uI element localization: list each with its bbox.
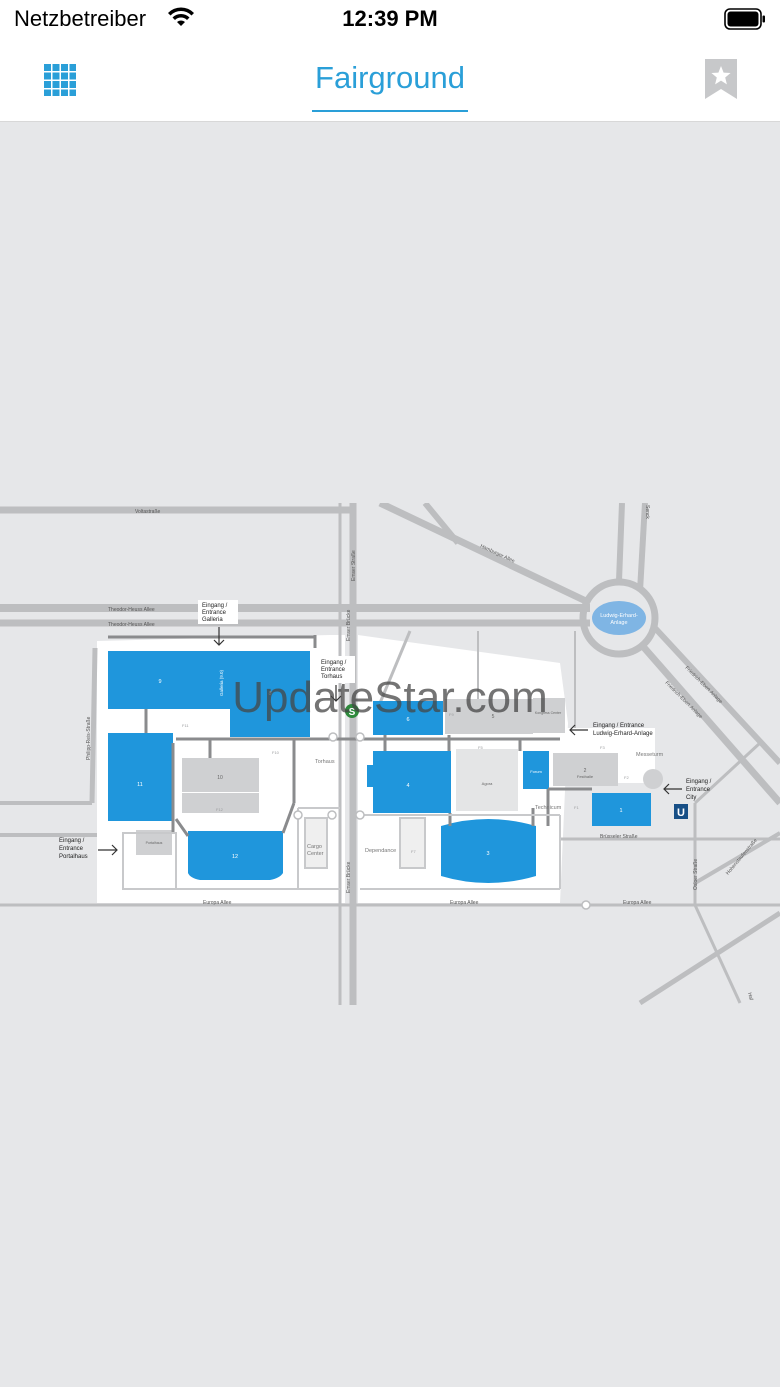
entrance-portalhaus-line-2: Entrance — [59, 846, 84, 852]
status-bar: Netzbetreiber 12:39 PM — [0, 0, 780, 40]
street-osloer: Osloer Straße — [693, 859, 699, 890]
entrance-city-line-3: City — [686, 795, 696, 801]
title-underline — [312, 110, 468, 112]
street-hohenstaufen: Hohenstaufenstraße — [725, 838, 759, 877]
area-f12: F12 — [216, 807, 224, 812]
entrance-ludwig-line-2: Ludwig-Erhard-Anlage — [593, 731, 653, 737]
title-tab: Fairground — [312, 58, 468, 112]
area-f10: F10 — [272, 750, 280, 755]
entrance-ludwig-line-1: Eingang / Entrance — [593, 723, 645, 729]
area-f11: F11 — [182, 723, 189, 728]
roundabout-label-2: Anlage — [610, 620, 627, 626]
street-europa-2: Europa Allee — [450, 900, 479, 906]
clock: 12:39 PM — [342, 6, 438, 31]
street-voltastrasse: Voltastraße — [135, 509, 161, 515]
bookmark-star-icon[interactable] — [704, 58, 738, 100]
watermark: UpdateStar.com — [232, 673, 548, 722]
fairground-map[interactable]: Ludwig-Erhard- Anlage 9 Galleria (9.0) 8… — [0, 503, 780, 1005]
hall-4-label: 4 — [406, 783, 409, 789]
entrance-torhaus-line-1: Eingang / — [321, 660, 347, 666]
street-senckenberg: Senck — [644, 505, 650, 519]
messeturm-label: Messeturm — [636, 752, 664, 758]
area-f3: F3 — [600, 745, 605, 750]
hall-12-label: 12 — [232, 854, 238, 860]
street-emser-1: Emser Straße — [351, 550, 357, 581]
street-hafen: Haf — [746, 992, 754, 1002]
agora-label: Agora — [482, 781, 493, 786]
page-title: Fairground — [315, 60, 465, 95]
navigation-bar: Fairground — [0, 40, 780, 122]
hall-11-label: 11 — [137, 782, 143, 788]
street-emser-3: Emser Brücke — [346, 861, 352, 893]
festhalle-label: Festhalle — [577, 774, 594, 779]
hall-10-label: 10 — [217, 775, 223, 781]
entrance-city-line-2: Entrance — [686, 787, 711, 793]
entrance-city-line-1: Eingang / — [686, 779, 712, 785]
hall-3-label: 3 — [486, 851, 489, 857]
ubahn-station[interactable]: U — [674, 804, 688, 819]
portalhaus-label: Portalhaus — [146, 841, 163, 845]
street-europa-3: Europa Allee — [623, 900, 652, 906]
street-theodor-1: Theodor-Heuss Allee — [108, 607, 155, 613]
entrance-galleria-line-2: Entrance — [202, 610, 227, 616]
cargo-label-1: Cargo — [307, 844, 322, 850]
arrow-left-icon — [663, 783, 682, 795]
forum-label: Forum — [530, 769, 542, 774]
area-f7: F7 — [411, 849, 416, 854]
entrance-portalhaus-line-3: Portalhaus — [59, 854, 88, 860]
map-viewport[interactable]: Ludwig-Erhard- Anlage 9 Galleria (9.0) 8… — [0, 122, 780, 1387]
area-f2: F2 — [624, 775, 629, 780]
street-theodor-2: Theodor-Heuss Allee — [108, 622, 155, 628]
ubahn-badge-label: U — [677, 807, 685, 819]
street-bruesseler: Brüsseler Straße — [600, 834, 638, 840]
street-emser-2: Emser Brücke — [346, 609, 352, 641]
grid-icon[interactable] — [44, 64, 76, 96]
area-f5: F5 — [478, 745, 483, 750]
entrance-galleria-line-1: Eingang / — [202, 603, 228, 609]
entrance-city[interactable]: Eingang / Entrance City — [663, 779, 712, 801]
cargo-label-2: Center — [307, 851, 324, 857]
battery-icon — [724, 8, 765, 30]
street-europa-1: Europa Allee — [203, 900, 232, 906]
technicum-label: Technicum — [535, 805, 562, 811]
entrance-galleria-line-3: Galleria — [202, 617, 223, 623]
entrance-portalhaus-line-1: Eingang / — [59, 838, 85, 844]
area-f1: F1 — [574, 805, 579, 810]
hall-1-label: 1 — [619, 808, 622, 814]
dependance-label: Dependance — [365, 848, 396, 854]
roundabout-label-1: Ludwig-Erhard- — [600, 613, 638, 619]
torhaus-label: Torhaus — [315, 759, 335, 765]
